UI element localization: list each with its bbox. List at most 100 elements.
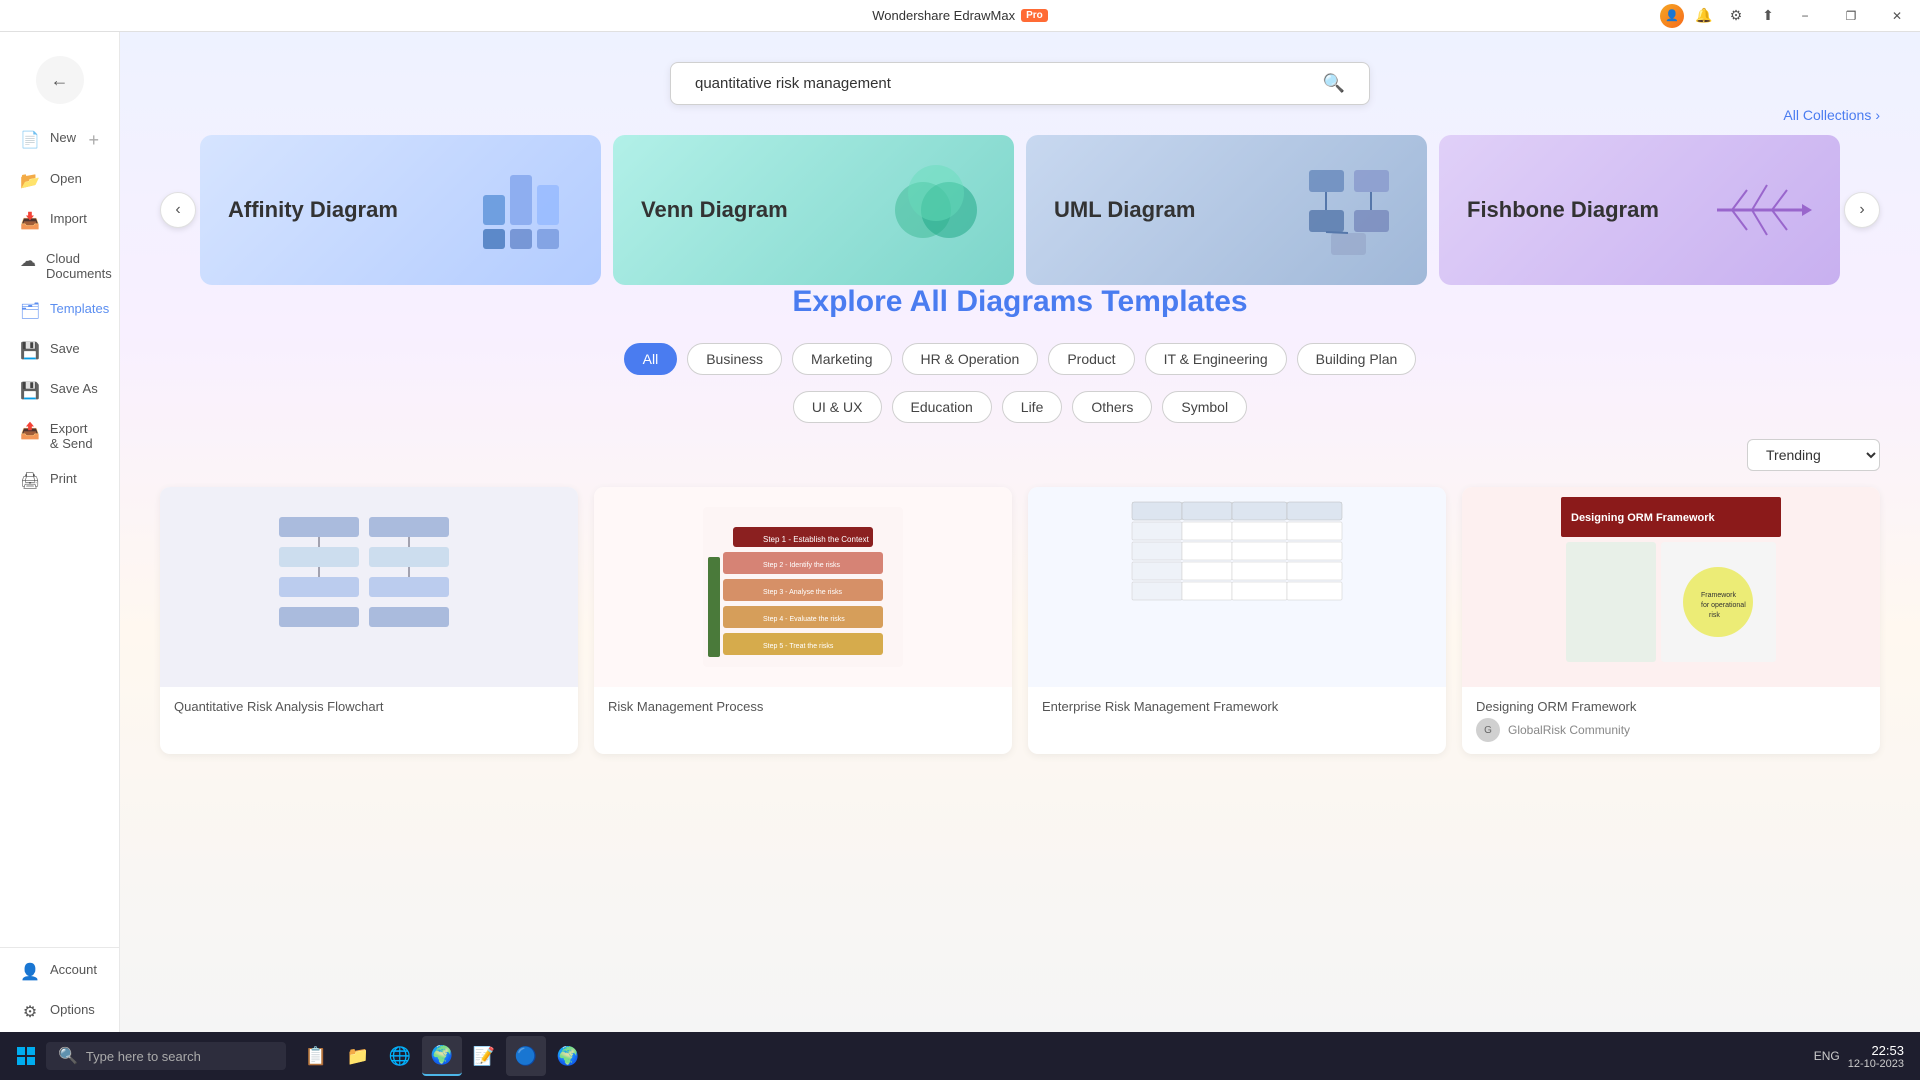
titlebar-icons: 👤 🔔 ⚙ ⬆ xyxy=(1660,4,1780,28)
taskbar-app-task[interactable]: 📋 xyxy=(296,1036,336,1076)
svg-text:Step 5 - Treat the risks: Step 5 - Treat the risks xyxy=(763,643,834,650)
template-name-2: Risk Management Process xyxy=(608,699,998,714)
taskbar: 🔍 Type here to search 📋 📁 🌐 🌍 📝 🔵 🌍 ENG … xyxy=(0,1032,1920,1080)
save-icon: 💾 xyxy=(20,341,40,361)
template-author-name-4: GlobalRisk Community xyxy=(1508,723,1630,737)
banner-card-venn[interactable]: Venn Diagram xyxy=(613,135,1014,285)
svg-text:Framework: Framework xyxy=(1701,592,1737,599)
explore-title-prefix: Explore xyxy=(792,285,909,318)
taskbar-app-edraw[interactable]: 🔵 xyxy=(506,1036,546,1076)
minimize-button[interactable]: − xyxy=(1782,0,1828,32)
sidebar-item-save[interactable]: 💾 Save xyxy=(0,331,119,371)
sidebar-item-label-templates: Templates xyxy=(50,301,109,316)
filter-section-2: UI & UX Education Life Others Symbol xyxy=(160,391,1880,423)
taskbar-app-word[interactable]: 📝 xyxy=(464,1036,504,1076)
banner-card-fishbone[interactable]: Fishbone Diagram xyxy=(1439,135,1840,285)
back-button[interactable]: ← xyxy=(36,56,84,104)
sidebar-item-new[interactable]: 📄 New + xyxy=(0,120,119,161)
all-collections-label: All Collections xyxy=(1783,107,1871,123)
filter-marketing[interactable]: Marketing xyxy=(792,343,891,375)
sidebar-nav: 📄 New + 📂 Open 📥 Import ☁ Cloud Document… xyxy=(0,120,119,947)
taskbar-search-text: Type here to search xyxy=(86,1049,201,1064)
sidebar-item-import[interactable]: 📥 Import xyxy=(0,201,119,241)
sidebar-item-print[interactable]: 🖨 Print xyxy=(0,461,119,501)
share-icon[interactable]: ⬆ xyxy=(1756,4,1780,28)
templates-icon: 🗂 xyxy=(20,301,40,321)
sidebar-bottom: 👤 Account ⚙ Options xyxy=(0,947,119,1032)
taskbar-date: 12-10-2023 xyxy=(1848,1058,1904,1070)
all-collections-link[interactable]: All Collections › xyxy=(1783,107,1880,123)
sidebar-item-label-open: Open xyxy=(50,171,82,186)
taskbar-apps: 📋 📁 🌐 🌍 📝 🔵 🌍 xyxy=(296,1036,588,1076)
venn-diagram-icon xyxy=(886,160,986,260)
search-box: 🔍 xyxy=(670,62,1370,105)
sidebar-item-label-print: Print xyxy=(50,471,77,486)
sidebar-item-options[interactable]: ⚙ Options xyxy=(0,992,119,1032)
sidebar-item-cloud[interactable]: ☁ Cloud Documents xyxy=(0,241,119,291)
import-icon: 📥 xyxy=(20,211,40,231)
explore-header: Explore All Diagrams Templates xyxy=(160,285,1880,319)
template-name-1: Quantitative Risk Analysis Flowchart xyxy=(174,699,564,714)
taskbar-app-chrome2[interactable]: 🌍 xyxy=(548,1036,588,1076)
new-plus-icon: + xyxy=(88,130,99,151)
filter-education[interactable]: Education xyxy=(892,391,992,423)
taskbar-app-edge[interactable]: 🌐 xyxy=(380,1036,420,1076)
taskbar-app-explorer[interactable]: 📁 xyxy=(338,1036,378,1076)
export-icon: 📤 xyxy=(20,421,40,441)
template-name-3: Enterprise Risk Management Framework xyxy=(1042,699,1432,714)
template-card-3[interactable]: Enterprise Risk Management Framework xyxy=(1028,487,1446,754)
user-avatar[interactable]: 👤 xyxy=(1660,4,1684,28)
sidebar-item-account[interactable]: 👤 Account xyxy=(0,952,119,992)
filter-product[interactable]: Product xyxy=(1048,343,1134,375)
filter-hr[interactable]: HR & Operation xyxy=(902,343,1039,375)
notification-icon[interactable]: 🔔 xyxy=(1692,4,1716,28)
banner-row: ‹ Affinity Diagram xyxy=(160,135,1880,285)
filter-others[interactable]: Others xyxy=(1072,391,1152,423)
pro-badge: Pro xyxy=(1021,9,1048,22)
sidebar-item-open[interactable]: 📂 Open xyxy=(0,161,119,201)
taskbar-clock: 22:53 12-10-2023 xyxy=(1848,1043,1904,1070)
search-input[interactable] xyxy=(687,63,1315,104)
sidebar-item-templates[interactable]: 🗂 Templates xyxy=(0,291,119,331)
taskbar-search-box[interactable]: 🔍 Type here to search xyxy=(46,1042,286,1070)
titlebar: Wondershare EdrawMax Pro 👤 🔔 ⚙ ⬆ − ❐ ✕ xyxy=(0,0,1920,32)
filter-it[interactable]: IT & Engineering xyxy=(1145,343,1287,375)
banner-card-uml[interactable]: UML Diagram xyxy=(1026,135,1427,285)
search-button[interactable]: 🔍 xyxy=(1315,65,1353,102)
filter-all[interactable]: All xyxy=(624,343,678,375)
banner-next-button[interactable]: › xyxy=(1844,192,1880,228)
template-name-4: Designing ORM Framework xyxy=(1476,699,1866,714)
template-grid: Quantitative Risk Analysis Flowchart Ste… xyxy=(160,487,1880,754)
options-icon: ⚙ xyxy=(20,1002,40,1022)
template-card-2[interactable]: Step 1 - Establish the Context Step 2 - … xyxy=(594,487,1012,754)
filter-ui[interactable]: UI & UX xyxy=(793,391,882,423)
banner-card-title-venn: Venn Diagram xyxy=(641,196,788,225)
filter-business[interactable]: Business xyxy=(687,343,782,375)
template-thumb-4: Designing ORM Framework Framework for op… xyxy=(1462,487,1880,687)
start-button[interactable] xyxy=(8,1038,44,1074)
sort-dropdown[interactable]: Trending Newest Most Popular xyxy=(1747,439,1880,471)
sidebar-item-export[interactable]: 📤 Export & Send xyxy=(0,411,119,461)
close-button[interactable]: ✕ xyxy=(1874,0,1920,32)
svg-text:for operational: for operational xyxy=(1701,602,1746,609)
filter-symbol[interactable]: Symbol xyxy=(1162,391,1247,423)
settings-icon[interactable]: ⚙ xyxy=(1724,4,1748,28)
sidebar-top: ← xyxy=(0,32,119,120)
template-card-4[interactable]: Designing ORM Framework Framework for op… xyxy=(1462,487,1880,754)
template-card-1[interactable]: Quantitative Risk Analysis Flowchart xyxy=(160,487,578,754)
sidebar-item-saveas[interactable]: 💾 Save As xyxy=(0,371,119,411)
sidebar-item-label-options: Options xyxy=(50,1002,95,1017)
account-icon: 👤 xyxy=(20,962,40,982)
saveas-icon: 💾 xyxy=(20,381,40,401)
filter-life[interactable]: Life xyxy=(1002,391,1063,423)
app-name: Wondershare EdrawMax xyxy=(872,8,1015,23)
explore-title-highlight: All Diagrams Templates xyxy=(910,285,1248,318)
banner-card-affinity[interactable]: Affinity Diagram xyxy=(200,135,601,285)
svg-text:Step 2 - Identify the risks: Step 2 - Identify the risks xyxy=(763,562,841,569)
banner-card-title-affinity: Affinity Diagram xyxy=(228,196,398,225)
filter-building[interactable]: Building Plan xyxy=(1297,343,1417,375)
restore-button[interactable]: ❐ xyxy=(1828,0,1874,32)
banner-section: ‹ Affinity Diagram xyxy=(160,135,1880,285)
banner-prev-button[interactable]: ‹ xyxy=(160,192,196,228)
taskbar-app-chrome[interactable]: 🌍 xyxy=(422,1036,462,1076)
